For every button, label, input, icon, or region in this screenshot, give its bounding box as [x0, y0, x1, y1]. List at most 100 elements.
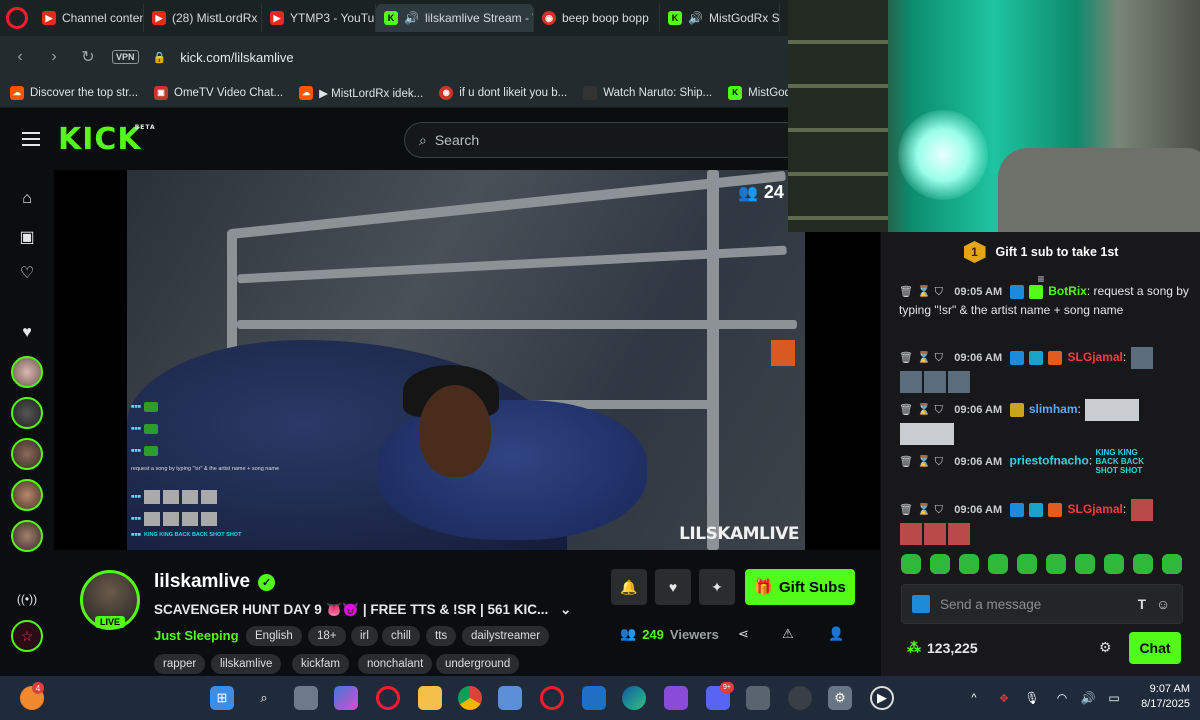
- emote-button[interactable]: [1104, 554, 1124, 574]
- forward-arrow-icon[interactable]: ›: [44, 48, 64, 66]
- notification-bell-button[interactable]: 🔔: [611, 569, 647, 605]
- back-arrow-icon[interactable]: ‹: [10, 48, 30, 66]
- text-format-icon[interactable]: T: [1138, 597, 1146, 612]
- mod-tools-icon[interactable]: 🗑⌛⛉: [899, 504, 947, 516]
- send-chat-button[interactable]: Chat: [1129, 632, 1181, 664]
- chevron-down-icon[interactable]: ⌄: [560, 602, 571, 617]
- channel-points[interactable]: ⁂ 123,225: [907, 639, 978, 656]
- tag[interactable]: 18+: [308, 626, 346, 646]
- opera-icon[interactable]: [376, 686, 400, 710]
- kick-logo[interactable]: KICK BETA: [58, 122, 155, 157]
- obs-icon[interactable]: [788, 686, 812, 710]
- tag[interactable]: underground: [436, 654, 520, 674]
- emoji-icon[interactable]: ☺: [1156, 597, 1170, 612]
- reply-icon[interactable]: [912, 595, 930, 613]
- browse-icon[interactable]: ▣: [16, 226, 38, 248]
- tray-chevron-up-icon[interactable]: ^: [962, 686, 986, 710]
- followed-heart-icon[interactable]: ♥: [16, 322, 38, 344]
- bookmark-item[interactable]: ☁ ▶ MistLordRx idek...: [299, 85, 423, 100]
- tag[interactable]: kickfam: [292, 654, 349, 674]
- mod-tools-icon[interactable]: 🗑⌛⛉: [899, 286, 947, 298]
- task-view-icon[interactable]: [294, 686, 318, 710]
- battery-icon[interactable]: ▭: [1102, 686, 1126, 710]
- emote-button[interactable]: [930, 554, 950, 574]
- message-username[interactable]: SLGjamal: [1068, 502, 1123, 516]
- sparkle-button[interactable]: ✦: [699, 569, 735, 605]
- emote-button[interactable]: [1075, 554, 1095, 574]
- browser-tab-active[interactable]: K 🔊 lilskamlive Stream - W: [376, 4, 534, 32]
- store-icon[interactable]: [498, 686, 522, 710]
- system-clock[interactable]: 9:07 AM 8/17/2025: [1141, 682, 1190, 712]
- menu-icon[interactable]: [22, 128, 40, 150]
- report-warning-icon[interactable]: ⚠: [782, 626, 794, 642]
- message-username[interactable]: BotRix: [1048, 284, 1087, 298]
- share-icon[interactable]: ⋖: [738, 626, 749, 642]
- browser-tab[interactable]: ▶ YTMP3 - YouTube: [262, 4, 376, 32]
- emote-button[interactable]: [901, 554, 921, 574]
- mod-tools-icon[interactable]: 🗑⌛⛉: [899, 352, 947, 364]
- message-username[interactable]: slimham: [1029, 402, 1078, 416]
- featured-star-icon[interactable]: ☆: [11, 620, 43, 652]
- bookmark-item[interactable]: ◉ if u dont likeit you b...: [439, 85, 567, 100]
- browser-tab[interactable]: ◉ beep boop bopp: [534, 4, 660, 32]
- bookmark-item[interactable]: ☁ Discover the top str...: [10, 85, 138, 100]
- video-frame[interactable]: ■■■ ■■■ ■■■ request a song by typing "!s…: [127, 170, 805, 550]
- chat-message-input[interactable]: Send a message T ☺: [901, 584, 1183, 624]
- search-input[interactable]: ⌕ Search: [404, 122, 804, 158]
- browser-tab[interactable]: K 🔊 MistGodRx St: [660, 4, 780, 32]
- url-field[interactable]: kick.com/lilskamlive: [180, 50, 293, 65]
- edge-icon[interactable]: [622, 686, 646, 710]
- followed-channel-avatar[interactable]: [11, 397, 43, 429]
- bookmark-item[interactable]: Watch Naruto: Ship...: [583, 85, 712, 100]
- mod-tools-icon[interactable]: 🗑⌛⛉: [899, 404, 947, 416]
- tag[interactable]: rapper: [154, 654, 206, 674]
- followed-channel-avatar[interactable]: [11, 438, 43, 470]
- category-link[interactable]: Just Sleeping: [154, 628, 239, 643]
- browser-tab[interactable]: ▶ Channel content: [34, 4, 144, 32]
- gift-subs-button[interactable]: 🎁 Gift Subs: [745, 569, 855, 605]
- gift-leaderboard[interactable]: 1 Gift 1 sub to take 1st: [881, 232, 1200, 272]
- bookmark-item[interactable]: ▣ OmeTV Video Chat...: [154, 85, 283, 100]
- reload-icon[interactable]: ↻: [78, 47, 98, 67]
- home-icon[interactable]: ⌂: [16, 188, 38, 210]
- tray-app-icon[interactable]: ✥: [992, 686, 1016, 710]
- message-username[interactable]: priestofnacho: [1010, 454, 1089, 468]
- mod-tools-icon[interactable]: 🗑⌛⛉: [899, 456, 947, 468]
- settings-icon[interactable]: ⚙: [828, 686, 852, 710]
- emote-button[interactable]: [1017, 554, 1037, 574]
- tag[interactable]: English: [246, 626, 302, 646]
- outlook-icon[interactable]: [582, 686, 606, 710]
- tag[interactable]: lilskamlive: [211, 654, 282, 674]
- followed-channel-avatar[interactable]: [11, 520, 43, 552]
- followed-channel-avatar[interactable]: [11, 356, 43, 388]
- wifi-icon[interactable]: ◠: [1050, 686, 1074, 710]
- tag[interactable]: irl: [351, 626, 378, 646]
- user-add-icon[interactable]: 👤: [828, 626, 844, 642]
- clipchamp-icon[interactable]: [664, 686, 688, 710]
- emote-button[interactable]: [1133, 554, 1153, 574]
- emote-button[interactable]: [988, 554, 1008, 574]
- vpn-badge[interactable]: VPN: [112, 50, 139, 64]
- browser-tab[interactable]: ▶ (28) MistLordRx: [144, 4, 262, 32]
- channel-name[interactable]: lilskamlive ✓: [154, 571, 276, 593]
- media-player-icon[interactable]: ▶: [870, 686, 894, 710]
- microphone-icon[interactable]: 🎙: [1020, 686, 1044, 710]
- following-heart-icon[interactable]: ♡: [16, 262, 38, 284]
- tag[interactable]: chill: [382, 626, 420, 646]
- lock-icon[interactable]: 🔒: [153, 51, 167, 64]
- emote-button[interactable]: [1046, 554, 1066, 574]
- tag[interactable]: nonchalant: [358, 654, 433, 674]
- settings-gear-icon[interactable]: ⚙: [1099, 639, 1112, 656]
- emote-button[interactable]: [1162, 554, 1182, 574]
- follow-heart-button[interactable]: ♥: [655, 569, 691, 605]
- tag[interactable]: dailystreamer: [462, 626, 550, 646]
- tag[interactable]: tts: [426, 626, 457, 646]
- file-explorer-icon[interactable]: [418, 686, 442, 710]
- camera-icon[interactable]: [746, 686, 770, 710]
- followed-channel-avatar[interactable]: [11, 479, 43, 511]
- taskbar-search-icon[interactable]: ⌕: [252, 686, 276, 710]
- windows-start-icon[interactable]: ⊞: [210, 686, 234, 710]
- opera-gx-icon[interactable]: [540, 686, 564, 710]
- copilot-icon[interactable]: [334, 686, 358, 710]
- volume-icon[interactable]: 🔊: [1076, 686, 1100, 710]
